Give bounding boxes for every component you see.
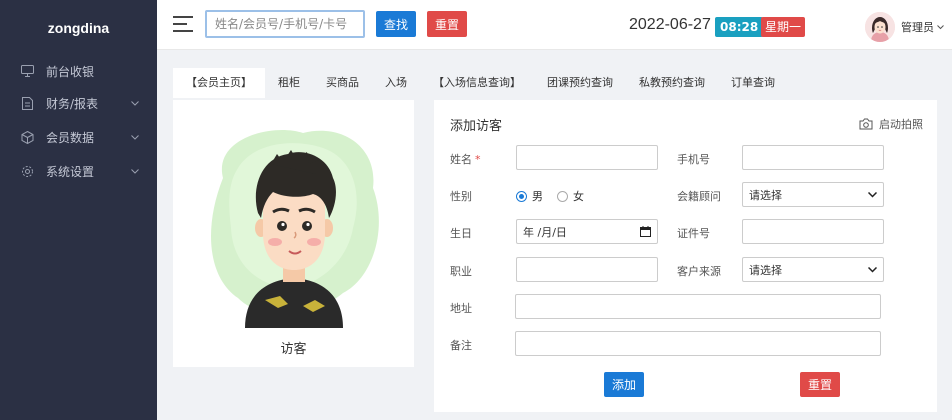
time-badge: 08:28 bbox=[715, 17, 764, 37]
name-field[interactable] bbox=[516, 145, 658, 170]
cube-icon bbox=[20, 130, 34, 144]
gender-male-label: 男 bbox=[532, 190, 543, 203]
search-input[interactable] bbox=[205, 10, 365, 38]
top-header: 查找 重置 2022-06-27 08:28 星期一 管理员 bbox=[157, 0, 952, 50]
birthday-date-input[interactable]: 年 /月/日 bbox=[516, 219, 658, 244]
address-label: 地址 bbox=[450, 302, 472, 315]
tab-group-class-query[interactable]: 团课预约查询 bbox=[534, 68, 626, 98]
chevron-down-icon bbox=[131, 99, 139, 107]
username: 管理员 bbox=[901, 21, 934, 34]
sidebar-item-finance[interactable]: 财务/报表 bbox=[0, 86, 157, 120]
chevron-down-icon bbox=[131, 167, 139, 175]
gender-label: 性别 bbox=[450, 190, 472, 203]
consultant-select-value: 请选择 bbox=[749, 188, 782, 202]
sidebar-item-label: 财务/报表 bbox=[46, 96, 99, 111]
gender-female-label: 女 bbox=[573, 190, 584, 203]
required-mark: * bbox=[475, 153, 481, 166]
name-label-text: 姓名 bbox=[450, 153, 472, 166]
sidebar-item-label: 前台收银 bbox=[46, 64, 95, 79]
form-title: 添加访客 bbox=[450, 119, 503, 134]
consultant-select[interactable]: 请选择 bbox=[742, 182, 884, 207]
document-icon bbox=[20, 96, 34, 110]
notes-label: 备注 bbox=[450, 339, 472, 352]
gear-icon bbox=[20, 164, 34, 178]
source-select-value: 请选择 bbox=[749, 263, 782, 277]
monitor-icon bbox=[20, 64, 34, 78]
chevron-down-icon bbox=[868, 266, 877, 273]
add-visitor-form: 添加访客 启动拍照 姓名 * 手机号 性别 男 女 会籍顾问 请选择 生日 年 /… bbox=[434, 100, 937, 412]
reset-form-button[interactable]: 重置 bbox=[800, 372, 840, 397]
phone-field[interactable] bbox=[742, 145, 884, 170]
camera-icon bbox=[859, 118, 873, 130]
find-button[interactable]: 查找 bbox=[376, 11, 416, 37]
visitor-portrait bbox=[203, 118, 385, 328]
chevron-down-icon bbox=[868, 191, 877, 198]
tab-bar: 【会员主页】 租柜 买商品 入场 【入场信息查询】 团课预约查询 私教预约查询 … bbox=[173, 68, 788, 98]
tab-entry-query[interactable]: 【入场信息查询】 bbox=[420, 68, 534, 98]
birthday-label: 生日 bbox=[450, 227, 472, 240]
consultant-label: 会籍顾问 bbox=[677, 190, 721, 203]
tab-member-home[interactable]: 【会员主页】 bbox=[173, 68, 265, 98]
gender-female-radio[interactable] bbox=[557, 190, 568, 202]
brand-logo: zongdina bbox=[47, 20, 110, 36]
sidebar-item-label: 会员数据 bbox=[46, 130, 95, 145]
tab-locker[interactable]: 租柜 bbox=[265, 68, 313, 98]
sidebar-item-members[interactable]: 会员数据 bbox=[0, 120, 157, 154]
weekday-badge: 星期一 bbox=[761, 17, 806, 37]
id-number-field[interactable] bbox=[742, 219, 884, 244]
sidebar-item-cashier[interactable]: 前台收银 bbox=[0, 56, 157, 86]
notes-field[interactable] bbox=[515, 331, 881, 356]
source-label: 客户来源 bbox=[677, 265, 721, 278]
sidebar-item-label: 系统设置 bbox=[46, 164, 95, 179]
sidebar-item-settings[interactable]: 系统设置 bbox=[0, 154, 157, 188]
source-select[interactable]: 请选择 bbox=[742, 257, 884, 282]
sidebar: zongdina 前台收银 财务/报表 会员数据 系统设置 bbox=[0, 0, 157, 420]
visitor-label: 访客 bbox=[280, 342, 307, 357]
current-date: 2022-06-27 bbox=[629, 16, 711, 33]
chevron-down-icon bbox=[937, 24, 944, 30]
menu-toggle-icon[interactable] bbox=[173, 16, 193, 34]
user-avatar[interactable] bbox=[865, 12, 895, 42]
calendar-icon[interactable] bbox=[640, 226, 651, 237]
id-number-label: 证件号 bbox=[677, 227, 710, 240]
name-label: 姓名 * bbox=[450, 151, 481, 167]
address-field[interactable] bbox=[515, 294, 881, 319]
visitor-card: 访客 bbox=[173, 100, 414, 367]
tab-private-coach-query[interactable]: 私教预约查询 bbox=[626, 68, 718, 98]
occupation-field[interactable] bbox=[516, 257, 658, 282]
tab-order-query[interactable]: 订单查询 bbox=[718, 68, 788, 98]
gender-radio-group: 男 女 bbox=[516, 188, 584, 204]
occupation-label: 职业 bbox=[450, 265, 472, 278]
start-camera-button[interactable]: 启动拍照 bbox=[859, 116, 923, 132]
gender-male-radio[interactable] bbox=[516, 190, 527, 202]
tab-buy-goods[interactable]: 买商品 bbox=[313, 68, 372, 98]
reset-search-button[interactable]: 重置 bbox=[427, 11, 467, 37]
phone-label: 手机号 bbox=[677, 153, 710, 166]
birthday-date-value: 年 /月/日 bbox=[523, 225, 567, 239]
tab-entry[interactable]: 入场 bbox=[372, 68, 420, 98]
add-button[interactable]: 添加 bbox=[604, 372, 644, 397]
chevron-down-icon bbox=[131, 133, 139, 141]
camera-label: 启动拍照 bbox=[879, 118, 923, 131]
user-menu[interactable]: 管理员 bbox=[901, 19, 944, 35]
